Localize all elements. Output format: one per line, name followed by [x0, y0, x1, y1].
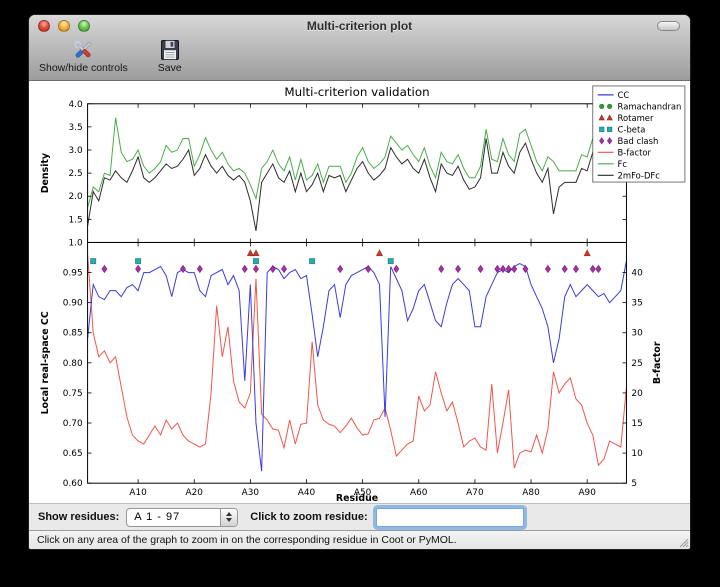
status-text: Click on any area of the graph to zoom i…: [37, 534, 457, 546]
density-axis-label: Density: [40, 153, 51, 193]
bottom-plot-series: [88, 255, 627, 472]
svg-text:5: 5: [631, 479, 637, 489]
svg-text:15: 15: [631, 419, 642, 429]
svg-text:10: 10: [631, 449, 643, 459]
status-bar: Click on any area of the graph to zoom i…: [29, 530, 690, 549]
multi-criterion-plot-window: Multi-criterion plot Show/hide controls: [28, 14, 691, 550]
svg-text:B-factor: B-factor: [618, 147, 652, 157]
zoom-residue-label: Click to zoom residue:: [250, 511, 367, 523]
toolbar-toggle-pill[interactable]: [657, 21, 680, 31]
svg-text:Rotamer: Rotamer: [618, 113, 654, 123]
svg-text:A20: A20: [186, 488, 204, 498]
svg-text:3.0: 3.0: [68, 146, 82, 156]
save-icon: [158, 38, 182, 62]
svg-text:2.0: 2.0: [68, 192, 82, 202]
svg-text:30: 30: [631, 329, 643, 339]
svg-text:CC: CC: [618, 90, 630, 100]
2mFo-DFc-line: [88, 138, 627, 230]
legend: CCRamachandran RotamerC-beta Bad clashB-fa…: [593, 86, 685, 182]
axes: A10A20A30A40A50A60A70A80A904.03.53.02.52…: [63, 100, 643, 498]
window-title: Multi-criterion plot: [29, 19, 690, 33]
save-label: Save: [158, 62, 182, 74]
outlier-markers: [90, 250, 601, 273]
svg-text:Bad clash: Bad clash: [618, 136, 659, 146]
svg-text:0.85: 0.85: [63, 329, 83, 339]
svg-text:A30: A30: [242, 488, 260, 498]
svg-text:40: 40: [631, 269, 643, 279]
cc-axis-label: Local real-space CC: [40, 311, 51, 414]
top-plot-series: [88, 118, 627, 231]
svg-text:3.5: 3.5: [68, 123, 82, 133]
titlebar: Multi-criterion plot: [29, 15, 690, 37]
svg-text:35: 35: [631, 299, 642, 309]
minimize-button[interactable]: [58, 20, 70, 32]
stepper-arrows-icon: [220, 509, 237, 526]
svg-text:4.0: 4.0: [68, 100, 82, 110]
show-hide-controls-label: Show/hide controls: [39, 62, 128, 74]
show-hide-controls-button[interactable]: Show/hide controls: [39, 38, 128, 74]
svg-text:2mFo-DFc: 2mFo-DFc: [618, 170, 661, 180]
svg-text:0.60: 0.60: [63, 479, 83, 489]
svg-text:A90: A90: [578, 488, 596, 498]
resize-grip[interactable]: [677, 536, 689, 548]
svg-text:0.95: 0.95: [63, 269, 83, 279]
svg-text:1.5: 1.5: [68, 215, 82, 225]
svg-text:0.80: 0.80: [63, 359, 83, 369]
plot-panel: A10A20A30A40A50A60A70A80A904.03.53.02.52…: [29, 81, 690, 503]
svg-text:25: 25: [631, 359, 642, 369]
toolbar: Show/hide controls Save: [29, 37, 690, 81]
chain-range-value: A 1 - 97: [127, 509, 220, 526]
svg-text:0.65: 0.65: [63, 449, 83, 459]
chart-title: Multi-criterion validation: [284, 85, 429, 99]
zoom-button[interactable]: [78, 20, 90, 32]
svg-text:Ramachandran: Ramachandran: [618, 101, 682, 111]
Fc-line: [88, 118, 627, 208]
window-controls: [38, 20, 90, 32]
svg-text:0.75: 0.75: [63, 389, 83, 399]
multi-criterion-validation-plot[interactable]: A10A20A30A40A50A60A70A80A904.03.53.02.52…: [29, 81, 690, 503]
show-residues-label: Show residues:: [38, 511, 119, 523]
controls-bar: Show residues: A 1 - 97 Click to zoom re…: [29, 503, 690, 530]
svg-text:A60: A60: [410, 488, 428, 498]
B-factor-line: [88, 255, 627, 469]
svg-text:0.90: 0.90: [63, 299, 83, 309]
svg-text:2.5: 2.5: [68, 169, 82, 179]
svg-text:A70: A70: [466, 488, 484, 498]
x-axis-label: Residue: [336, 493, 378, 503]
svg-text:1.0: 1.0: [68, 238, 82, 248]
zoom-residue-input[interactable]: [376, 508, 524, 527]
svg-text:0.70: 0.70: [63, 419, 83, 429]
svg-text:A10: A10: [129, 488, 147, 498]
svg-text:20: 20: [631, 389, 643, 399]
svg-text:A80: A80: [522, 488, 540, 498]
bfactor-axis-label: B-factor: [652, 341, 663, 384]
svg-text:C-beta: C-beta: [618, 124, 646, 134]
svg-text:Fc: Fc: [618, 159, 628, 169]
svg-text:A40: A40: [298, 488, 316, 498]
chain-range-selector[interactable]: A 1 - 97: [126, 508, 238, 527]
tools-icon: [71, 38, 95, 62]
save-button[interactable]: Save: [158, 38, 182, 74]
close-button[interactable]: [38, 20, 50, 32]
